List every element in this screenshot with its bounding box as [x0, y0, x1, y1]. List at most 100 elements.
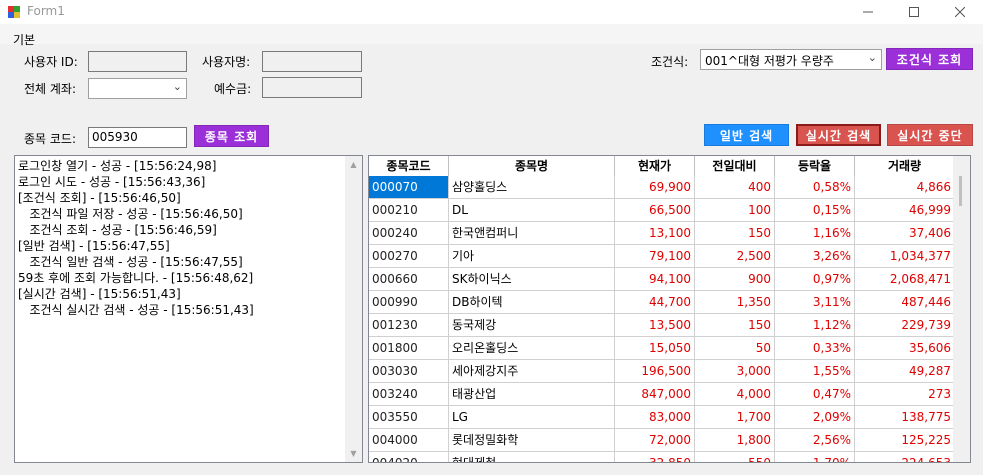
table-cell[interactable]: 2,068,471 — [855, 268, 955, 291]
table-cell[interactable]: 69,900 — [615, 176, 695, 199]
table-cell[interactable]: 487,446 — [855, 291, 955, 314]
table-cell[interactable]: 2,500 — [695, 245, 775, 268]
table-cell[interactable]: 196,500 — [615, 360, 695, 383]
table-cell[interactable]: 동국제강 — [449, 314, 615, 337]
table-cell[interactable]: 273 — [855, 383, 955, 406]
table-cell[interactable]: 000270 — [369, 245, 449, 268]
scroll-thumb[interactable] — [959, 176, 962, 206]
condition-select[interactable]: 001^대형 저평가 우량주 ⌄ — [700, 49, 882, 70]
condition-query-button[interactable]: 조건식 조회 — [886, 48, 973, 70]
table-cell[interactable]: 400 — [695, 176, 775, 199]
table-cell[interactable]: 001230 — [369, 314, 449, 337]
table-cell[interactable]: 현대제철 — [449, 452, 615, 462]
table-cell[interactable]: 35,606 — [855, 337, 955, 360]
column-header[interactable]: 종목명 — [449, 156, 615, 176]
realtime-search-button[interactable]: 실시간 검색 — [796, 124, 881, 146]
column-header[interactable]: 등락율 — [775, 156, 855, 176]
account-select[interactable]: ⌄ — [88, 78, 187, 99]
table-cell[interactable]: 0,97% — [775, 268, 855, 291]
deposit-field[interactable] — [262, 77, 362, 98]
table-cell[interactable]: 003550 — [369, 406, 449, 429]
table-cell[interactable]: 83,000 — [615, 406, 695, 429]
table-cell[interactable]: 1,034,377 — [855, 245, 955, 268]
table-cell[interactable]: 000070 — [369, 176, 449, 199]
table-cell[interactable]: 0,47% — [775, 383, 855, 406]
stock-code-input[interactable]: 005930 — [88, 127, 187, 148]
table-cell[interactable]: 태광산업 — [449, 383, 615, 406]
table-row[interactable]: 000270 기아 79,100 2,500 3,26% 1,034,377 — [369, 245, 955, 268]
table-cell[interactable]: 138,775 — [855, 406, 955, 429]
grid-scrollbar[interactable] — [953, 156, 970, 462]
table-row[interactable]: 003550 LG 83,000 1,700 2,09% 138,775 — [369, 406, 955, 429]
table-cell[interactable]: 004000 — [369, 429, 449, 452]
table-cell[interactable]: 4,866 — [855, 176, 955, 199]
table-row[interactable]: 000990 DB하이텍 44,700 1,350 3,11% 487,446 — [369, 291, 955, 314]
table-cell[interactable]: 79,100 — [615, 245, 695, 268]
table-cell[interactable]: 000990 — [369, 291, 449, 314]
table-row[interactable]: 000660 SK하이닉스 94,100 900 0,97% 2,068,471 — [369, 268, 955, 291]
maximize-button[interactable] — [891, 0, 937, 24]
realtime-stop-button[interactable]: 실시간 중단 — [887, 124, 973, 146]
stock-query-button[interactable]: 종목 조회 — [194, 125, 269, 147]
table-cell[interactable]: 13,100 — [615, 222, 695, 245]
minimize-button[interactable] — [845, 0, 891, 24]
table-cell[interactable]: 100 — [695, 199, 775, 222]
table-cell[interactable]: 150 — [695, 222, 775, 245]
table-cell[interactable]: 32,850 — [615, 452, 695, 462]
scroll-up-icon[interactable]: ▲ — [345, 156, 362, 173]
table-cell[interactable]: 2,09% — [775, 406, 855, 429]
stock-grid[interactable]: 종목코드 종목명 현재가 전일대비 등락율 거래량 000070 삼양홀딩스 69,… — [368, 155, 971, 463]
table-cell[interactable]: 0,15% — [775, 199, 855, 222]
table-cell[interactable]: 기아 — [449, 245, 615, 268]
table-cell[interactable]: 1,700 — [695, 406, 775, 429]
table-cell[interactable]: 003030 — [369, 360, 449, 383]
table-cell[interactable]: 삼양홀딩스 — [449, 176, 615, 199]
table-cell[interactable]: 1,350 — [695, 291, 775, 314]
table-cell[interactable]: 13,500 — [615, 314, 695, 337]
table-row[interactable]: 001230 동국제강 13,500 150 1,12% 229,739 — [369, 314, 955, 337]
table-cell[interactable]: 001800 — [369, 337, 449, 360]
table-cell[interactable]: 004020 — [369, 452, 449, 462]
column-header[interactable]: 전일대비 — [695, 156, 775, 176]
table-cell[interactable]: 한국앤컴퍼니 — [449, 222, 615, 245]
table-cell[interactable]: 125,225 — [855, 429, 955, 452]
table-row[interactable]: 004020 현대제철 32,850 550 1,70% 224,653 — [369, 452, 955, 462]
table-cell[interactable]: 3,11% — [775, 291, 855, 314]
table-cell[interactable]: 44,700 — [615, 291, 695, 314]
table-cell[interactable]: 4,000 — [695, 383, 775, 406]
table-cell[interactable]: 66,500 — [615, 199, 695, 222]
table-cell[interactable]: 50 — [695, 337, 775, 360]
table-row[interactable]: 000210 DL 66,500 100 0,15% 46,999 — [369, 199, 955, 222]
table-cell[interactable]: 1,16% — [775, 222, 855, 245]
table-cell[interactable]: 세아제강지주 — [449, 360, 615, 383]
table-cell[interactable]: 3,26% — [775, 245, 855, 268]
log-scrollbar[interactable]: ▲ ▼ — [345, 156, 362, 462]
table-row[interactable]: 001800 오리온홀딩스 15,050 50 0,33% 35,606 — [369, 337, 955, 360]
normal-search-button[interactable]: 일반 검색 — [704, 124, 789, 146]
table-cell[interactable]: 1,12% — [775, 314, 855, 337]
table-cell[interactable]: 550 — [695, 452, 775, 462]
scroll-down-icon[interactable]: ▼ — [345, 445, 362, 462]
table-cell[interactable]: 94,100 — [615, 268, 695, 291]
table-cell[interactable]: 49,287 — [855, 360, 955, 383]
user-id-field[interactable] — [88, 51, 187, 72]
table-cell[interactable]: DB하이텍 — [449, 291, 615, 314]
table-cell[interactable]: 1,55% — [775, 360, 855, 383]
column-header[interactable]: 종목코드 — [369, 156, 449, 176]
table-cell[interactable]: 롯데정밀화학 — [449, 429, 615, 452]
table-cell[interactable]: 1,70% — [775, 452, 855, 462]
table-cell[interactable]: 0,58% — [775, 176, 855, 199]
table-cell[interactable]: 000660 — [369, 268, 449, 291]
table-cell[interactable]: DL — [449, 199, 615, 222]
table-cell[interactable]: 1,800 — [695, 429, 775, 452]
table-row[interactable]: 003240 태광산업 847,000 4,000 0,47% 273 — [369, 383, 955, 406]
menu-basic[interactable]: 기본 — [13, 31, 35, 48]
table-cell[interactable]: 003240 — [369, 383, 449, 406]
table-cell[interactable]: 847,000 — [615, 383, 695, 406]
table-cell[interactable]: 150 — [695, 314, 775, 337]
table-cell[interactable]: 224,653 — [855, 452, 955, 462]
table-cell[interactable]: 오리온홀딩스 — [449, 337, 615, 360]
column-header[interactable]: 현재가 — [615, 156, 695, 176]
table-row[interactable]: 004000 롯데정밀화학 72,000 1,800 2,56% 125,225 — [369, 429, 955, 452]
table-cell[interactable]: 72,000 — [615, 429, 695, 452]
